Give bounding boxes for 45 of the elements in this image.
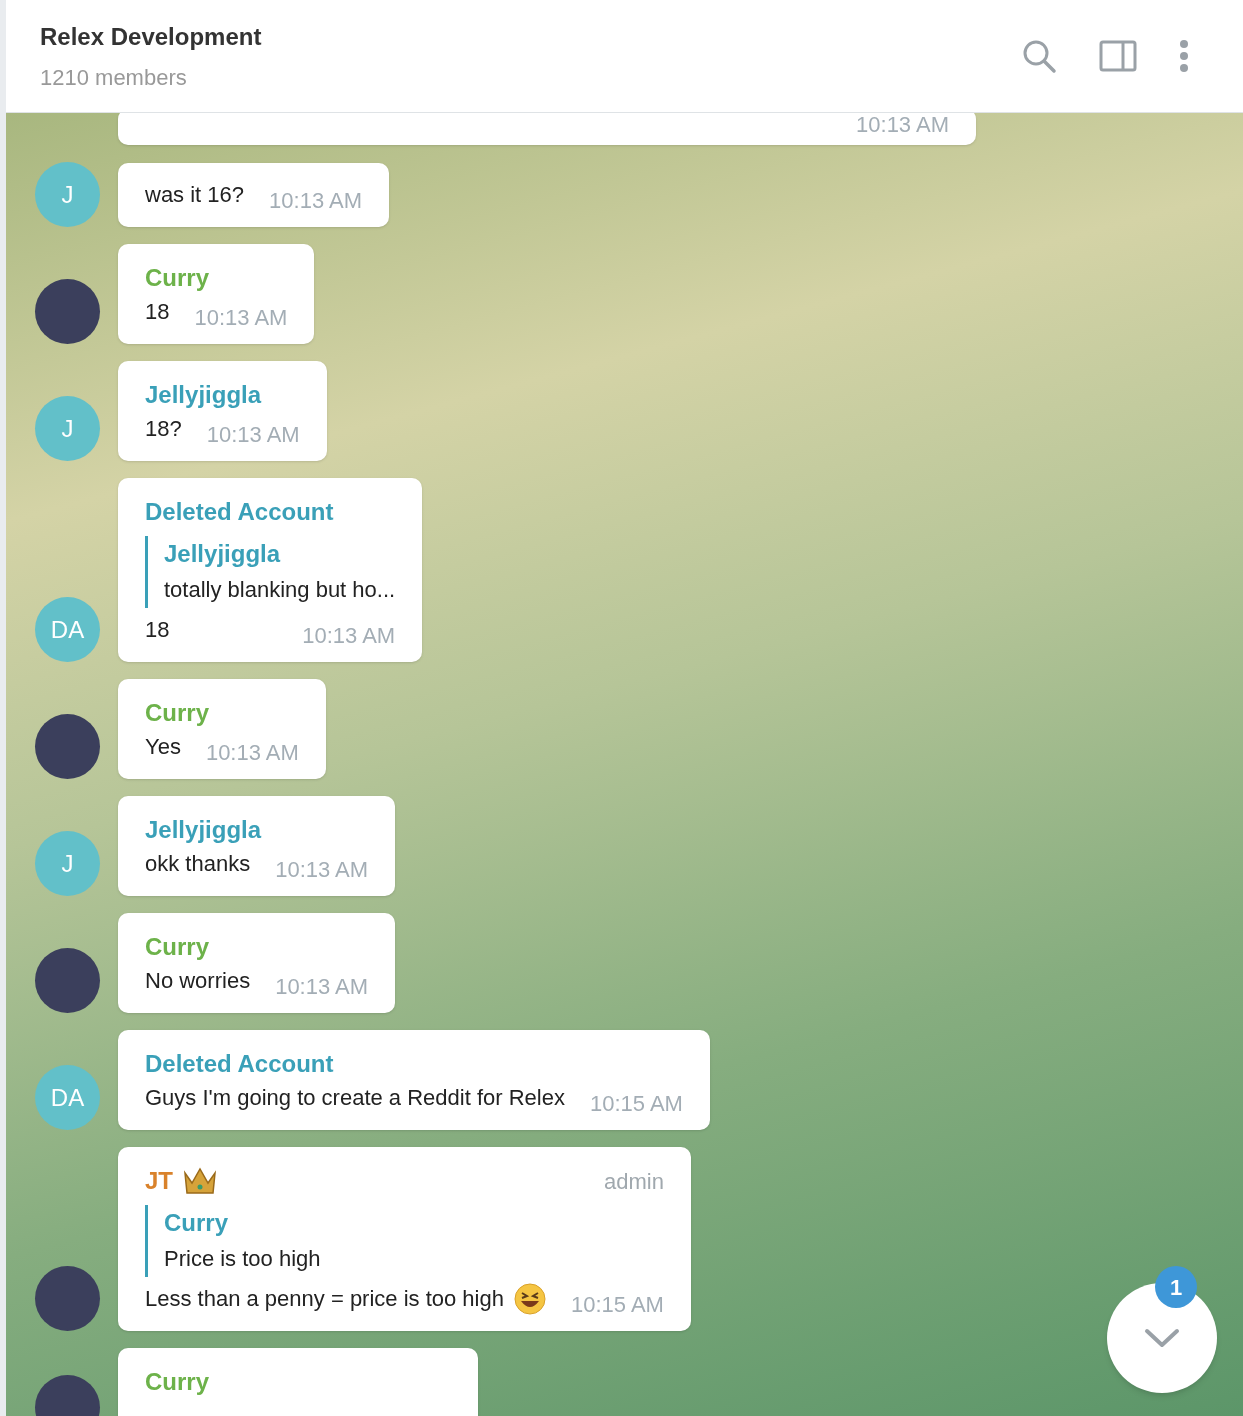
chat-title: Relex Development <box>40 21 263 52</box>
avatar: DA <box>35 597 100 662</box>
sidebar-toggle-icon[interactable] <box>1099 40 1137 72</box>
message-time: 10:15 AM <box>589 1090 683 1118</box>
more-options-icon[interactable] <box>1179 39 1189 73</box>
sender-name: Deleted Account <box>145 497 334 527</box>
message-time: 10:13 AM <box>205 739 299 767</box>
avatar: J <box>35 396 100 461</box>
message-text: okk thanks <box>145 850 251 878</box>
sender-name: Jellyjiggla <box>145 380 262 410</box>
sender-name: Jellyjiggla <box>145 815 262 845</box>
member-count: 1210 members <box>40 63 188 92</box>
sender-name: Curry <box>145 932 210 962</box>
sender-name: Curry <box>145 698 210 728</box>
message-time: 10:13 AM <box>856 113 949 139</box>
avatar: DA <box>35 1065 100 1130</box>
message-time: 10:13 AM <box>194 304 288 332</box>
reply-text: totally blanking but ho... <box>164 576 396 604</box>
search-icon[interactable] <box>1021 38 1057 74</box>
reply-text: Price is too high <box>164 1245 322 1273</box>
message-text: 18 <box>145 616 170 644</box>
message-time: 10:13 AM <box>269 187 362 215</box>
avatar: J <box>35 831 100 896</box>
reply-sender-name: Curry <box>164 1208 230 1238</box>
chevron-down-icon <box>1144 1328 1180 1348</box>
message-text: was it 16? <box>145 181 245 209</box>
unread-count-badge: 1 <box>1155 1266 1197 1308</box>
avatar: J <box>35 162 100 227</box>
message-text: Guys I'm going to create a Reddit for Relex <box>145 1084 565 1112</box>
sender-name: Deleted Account <box>145 1049 334 1079</box>
reply-sender-name: Jellyjiggla <box>164 539 282 569</box>
message-time: 10:15 AM <box>570 1291 664 1319</box>
message-text: 18 <box>145 298 170 326</box>
admin-label: admin <box>603 1167 664 1196</box>
sender-name: JT <box>145 1166 173 1196</box>
message-text: Yes <box>145 733 181 761</box>
sender-name: Curry <box>145 263 210 293</box>
message-time: 10:13 AM <box>302 622 396 650</box>
message-time: 10:13 AM <box>275 973 369 1001</box>
sender-name: Curry <box>145 1367 210 1397</box>
message-text: Less than a penny = price is too high <box>145 1285 504 1313</box>
message-text: 18? <box>145 415 182 443</box>
message-time: 10:13 AM <box>275 856 369 884</box>
message-time: 10:13 AM <box>206 421 300 449</box>
message-text: No worries <box>145 967 251 995</box>
